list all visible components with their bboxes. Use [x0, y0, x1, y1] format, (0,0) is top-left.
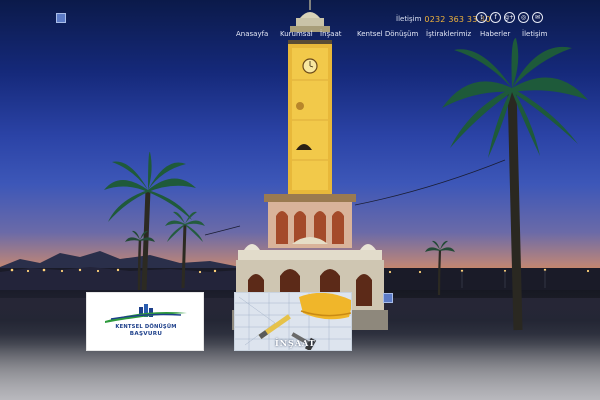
twitter-icon[interactable]: t	[476, 12, 487, 23]
contact-label: İletişim	[396, 15, 422, 23]
instagram-icon[interactable]: ◎	[518, 12, 529, 23]
top-left-badge	[56, 13, 66, 23]
clock-tower	[232, 0, 388, 330]
nav-item-anasayfa[interactable]: Anasayfa	[236, 30, 268, 38]
nav-item-kentsel-donusum[interactable]: Kentsel Dönüşüm	[357, 30, 418, 38]
insaat-card-title: İNŞAAT	[275, 338, 316, 348]
nav-item-insaat[interactable]: İnşaat	[320, 30, 341, 38]
kentsel-donusum-card[interactable]: KENTSEL DÖNÜŞÜM BAŞVURU	[86, 292, 204, 351]
kentsel-card-subtitle: BAŞVURU	[129, 331, 163, 337]
kentsel-logo-icon	[105, 304, 187, 323]
google-plus-icon[interactable]: g+	[504, 12, 515, 23]
facebook-icon[interactable]: f	[490, 12, 501, 23]
nav-item-kurumsal[interactable]: Kurumsal	[280, 30, 313, 38]
social-links: t f g+ ◎ ✉	[476, 12, 543, 23]
nav-item-haberler[interactable]: Haberler	[480, 30, 510, 38]
insaat-card[interactable]: İNŞAAT	[234, 292, 352, 351]
nav-item-istiraklerimiz[interactable]: İştiraklerimiz	[426, 30, 471, 38]
slider-badge	[383, 293, 393, 303]
email-icon[interactable]: ✉	[532, 12, 543, 23]
nav-item-iletisim[interactable]: İletişim	[522, 30, 547, 38]
kentsel-card-title: KENTSEL DÖNÜŞÜM	[115, 324, 177, 330]
